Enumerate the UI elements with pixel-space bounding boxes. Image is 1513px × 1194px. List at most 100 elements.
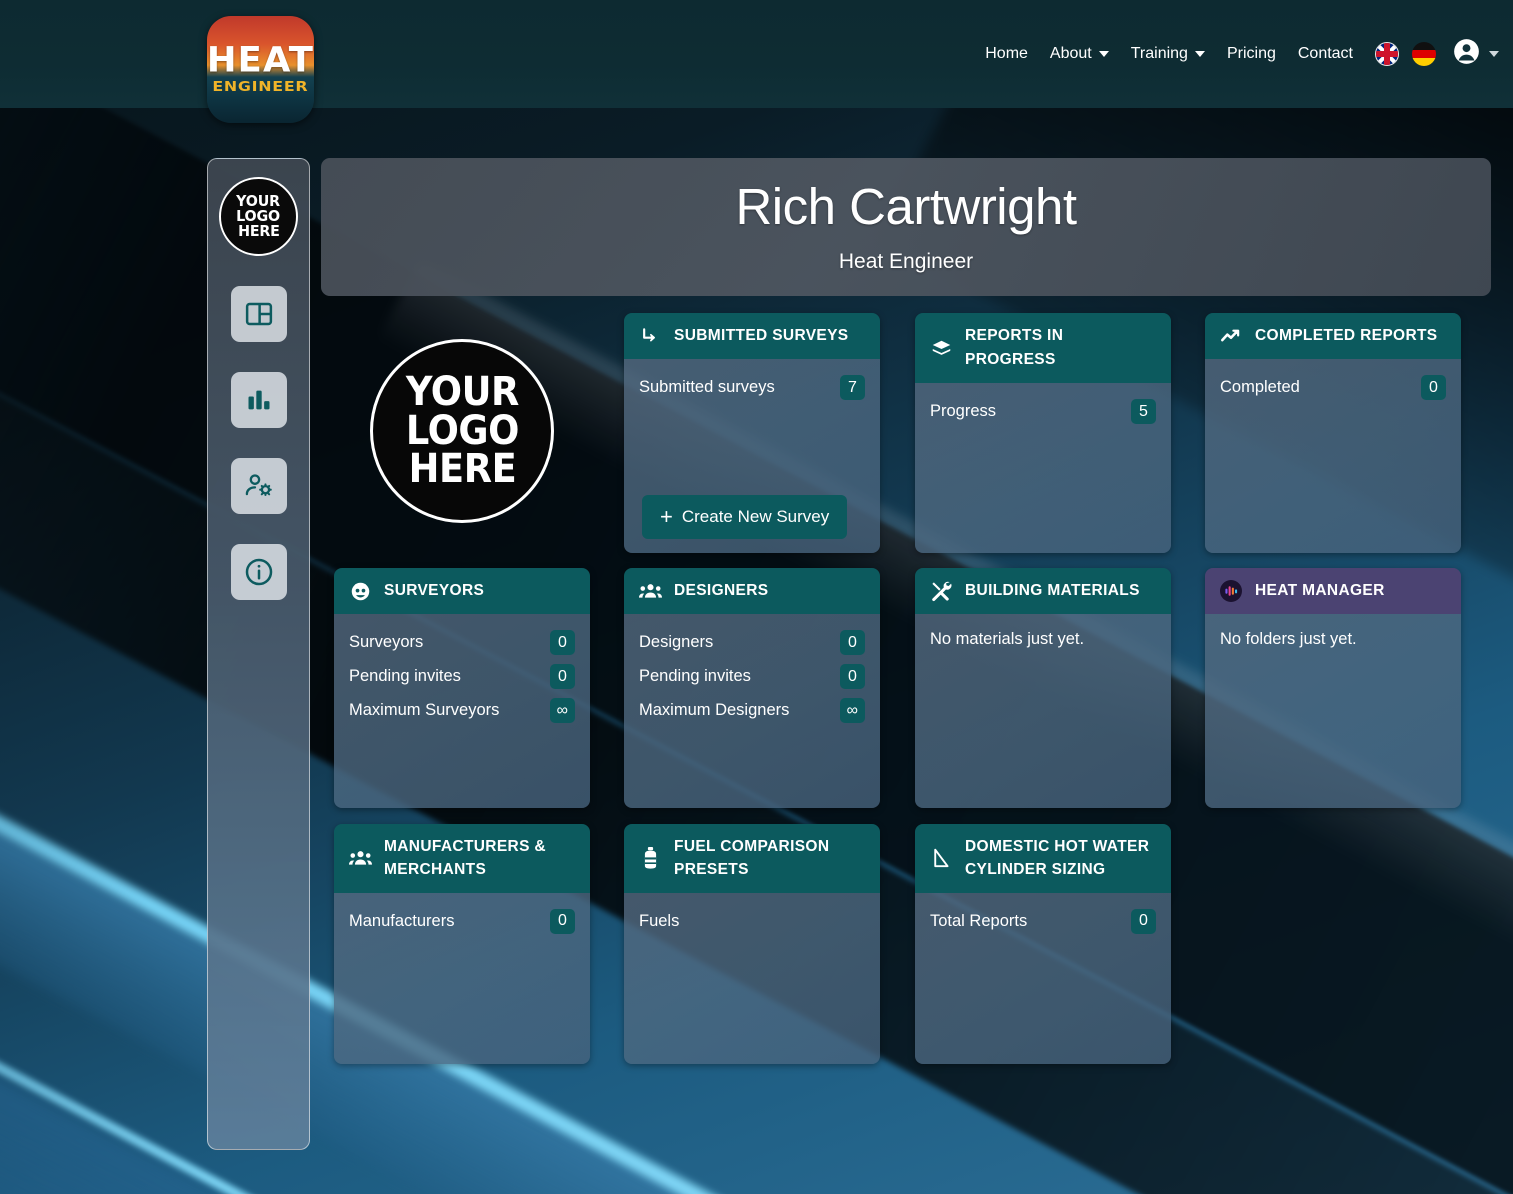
card-reports-in-progress[interactable]: Reports in Progress Progress 5 (915, 313, 1171, 553)
page-header-banner: Rich Cartwright Heat Engineer (321, 158, 1491, 296)
card-title: Fuel Comparison Presets (674, 835, 829, 882)
stat-label: Designers (639, 633, 714, 652)
stat-row: Designers 0 (639, 630, 865, 656)
user-circle-icon (1453, 38, 1480, 70)
stat-label: Pending invites (349, 667, 461, 686)
bar-chart-icon (245, 386, 273, 414)
stat-badge: 0 (550, 630, 575, 656)
sidebar-item-reports[interactable] (230, 372, 287, 428)
card-title-line2: Merchants (384, 861, 487, 879)
card-building-materials[interactable]: Building Materials No materials just yet… (915, 568, 1171, 808)
nav-link-about[interactable]: About (1039, 39, 1120, 69)
nav-link-training[interactable]: Training (1120, 39, 1216, 69)
card-header: Submitted Surveys (624, 313, 880, 360)
stat-row: Progress 5 (930, 399, 1156, 425)
layer-stack-icon (929, 338, 953, 359)
stat-row: Surveyors 0 (349, 630, 575, 656)
create-new-survey-button[interactable]: + Create New Survey (642, 495, 848, 540)
stat-row: Pending invites 0 (639, 664, 865, 690)
card-header: Completed Reports (1205, 313, 1461, 360)
heat-manager-bars-icon (1219, 579, 1243, 603)
sidebar-item-dashboard[interactable] (230, 286, 287, 342)
card-title: Surveyors (384, 582, 485, 599)
user-settings-icon (244, 471, 274, 501)
company-logo-placeholder: YOUR LOGO HERE (370, 339, 554, 523)
stat-row: Maximum Surveyors ∞ (349, 698, 575, 724)
card-title: Building Materials (965, 582, 1140, 599)
stat-label: Maximum Surveyors (349, 701, 500, 720)
card-body: Completed 0 (1205, 359, 1461, 553)
empty-state-text: No folders just yet. (1220, 630, 1357, 649)
card-body: Total Reports 0 (915, 892, 1171, 1064)
card-header: Surveyors (334, 568, 590, 615)
card-title: Domestic Hot Water Cylinder Sizing (965, 835, 1149, 882)
card-body: Fuels (624, 892, 880, 1064)
surveyor-face-icon (348, 581, 372, 602)
stat-badge: 0 (840, 630, 865, 656)
stat-label: Maximum Designers (639, 701, 790, 720)
gas-cylinder-icon (638, 846, 662, 870)
stat-badge: 5 (1131, 399, 1156, 425)
stat-badge: 7 (840, 375, 865, 401)
card-header: Domestic Hot Water Cylinder Sizing (915, 824, 1171, 893)
card-title-line2: Cylinder Sizing (965, 861, 1106, 879)
sidebar-item-account[interactable] (230, 458, 287, 514)
card-header: Building Materials (915, 568, 1171, 615)
ruler-triangle-icon (929, 847, 953, 869)
account-menu[interactable] (1453, 38, 1499, 70)
sidebar-logo-line3: HERE (237, 222, 280, 241)
nav-link-contact[interactable]: Contact (1287, 39, 1364, 69)
nav-link-home[interactable]: Home (974, 39, 1039, 69)
empty-state-text: No materials just yet. (930, 630, 1085, 649)
card-fuel-comparison-presets[interactable]: Fuel Comparison Presets Fuels (624, 824, 880, 1064)
sidebar-company-logo[interactable]: YOUR LOGO HERE (219, 177, 298, 256)
card-completed-reports[interactable]: Completed Reports Completed 0 (1205, 313, 1461, 553)
top-navbar: HEAT ENGINEER Home About Training Pricin… (0, 0, 1513, 123)
card-body: No materials just yet. (915, 614, 1171, 808)
button-label: Create New Survey (681, 507, 830, 527)
uk-flag-icon[interactable] (1375, 42, 1399, 66)
stat-row: Total Reports 0 (930, 908, 1156, 934)
stat-label: Completed (1220, 378, 1300, 397)
stat-badge: ∞ (839, 698, 865, 724)
logo-heat-text: HEAT (207, 39, 314, 81)
card-header: Heat Manager (1205, 568, 1461, 615)
card-title: Submitted Surveys (674, 327, 849, 344)
stat-label: Progress (930, 402, 997, 421)
card-designers[interactable]: Designers Designers 0 Pending invites 0 … (624, 568, 880, 808)
germany-flag-icon[interactable] (1412, 42, 1436, 66)
stat-row: Manufacturers 0 (349, 908, 575, 934)
card-body: Manufacturers 0 (334, 892, 590, 1064)
card-cylinder-sizing[interactable]: Domestic Hot Water Cylinder Sizing Total… (915, 824, 1171, 1064)
stat-row: Submitted surveys 7 (639, 375, 865, 401)
card-title: Manufacturers & Merchants (384, 835, 546, 882)
card-header: Manufacturers & Merchants (334, 824, 590, 893)
card-title: Completed Reports (1255, 327, 1438, 344)
nav-links: Home About Training Pricing Contact (974, 0, 1499, 108)
stat-row: Pending invites 0 (349, 664, 575, 690)
stat-row: Fuels (639, 909, 865, 934)
card-heat-manager[interactable]: Heat Manager No folders just yet. (1205, 568, 1461, 808)
card-title: Heat Manager (1255, 582, 1385, 599)
stat-badge: 0 (1131, 908, 1156, 934)
card-body: Designers 0 Pending invites 0 Maximum De… (624, 614, 880, 808)
card-submitted-surveys[interactable]: Submitted Surveys Submitted surveys 7 + … (624, 313, 880, 553)
stat-badge: 0 (550, 664, 575, 690)
stat-row: Completed 0 (1220, 375, 1446, 401)
card-manufacturers-merchants[interactable]: Manufacturers & Merchants Manufacturers … (334, 824, 590, 1064)
nav-link-pricing[interactable]: Pricing (1216, 39, 1287, 69)
stat-badge: ∞ (549, 698, 575, 724)
stat-badge: 0 (840, 664, 865, 690)
card-title-line1: Domestic Hot Water (965, 838, 1150, 855)
big-logo-line3: HERE (408, 446, 516, 493)
page-subtitle: Heat Engineer (838, 249, 974, 273)
sidebar-item-info[interactable] (230, 544, 287, 600)
card-surveyors[interactable]: Surveyors Surveyors 0 Pending invites 0 … (334, 568, 590, 808)
card-header: Reports in Progress (915, 313, 1171, 384)
card-header: Designers (624, 568, 880, 615)
page-title: Rich Cartwright (735, 178, 1077, 236)
left-sidebar: YOUR LOGO HERE (207, 158, 310, 1150)
card-body: Submitted surveys 7 + Create New Survey (624, 359, 880, 553)
heat-engineer-logo[interactable]: HEAT ENGINEER (207, 16, 314, 123)
logo-engineer-text: ENGINEER (212, 79, 309, 95)
